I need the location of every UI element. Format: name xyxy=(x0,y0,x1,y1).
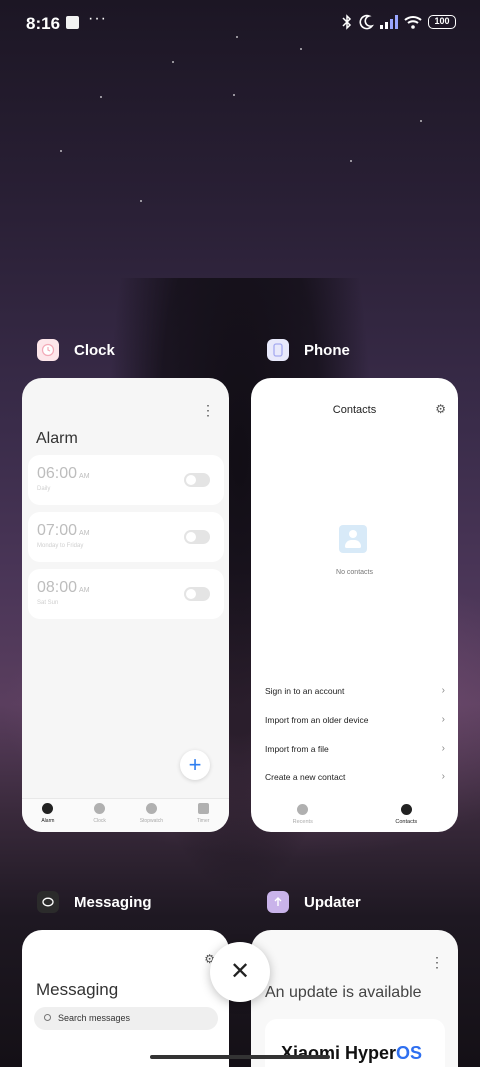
screen-title: Contacts xyxy=(332,404,377,416)
battery-icon: 100 xyxy=(428,15,456,29)
tab-stopwatch: Stopwatch xyxy=(126,799,178,832)
tab-timer: Timer xyxy=(177,799,229,832)
action-sign-in: Sign in to an account › xyxy=(265,685,445,696)
alarm-ampm: AM xyxy=(79,473,90,480)
messaging-app-icon xyxy=(37,891,59,913)
chevron-right-icon: › xyxy=(441,714,445,725)
alarm-row: 08:00 AM Sat Sun xyxy=(28,569,224,619)
person-icon xyxy=(400,804,412,815)
app-label-clock[interactable]: Clock xyxy=(37,339,115,361)
chevron-right-icon: › xyxy=(441,771,445,782)
stopwatch-icon xyxy=(145,803,157,814)
clock-app-icon xyxy=(37,339,59,361)
app-card-messaging[interactable]: ⚙ Messaging Search messages xyxy=(22,930,229,1067)
add-alarm-button: + xyxy=(180,750,210,780)
screen-title: Alarm xyxy=(36,430,78,447)
tab-alarm: Alarm xyxy=(22,799,74,832)
bottom-nav: Alarm Clock Stopwatch Timer xyxy=(22,798,229,832)
alarm-icon xyxy=(42,803,54,814)
screen-title: Messaging xyxy=(36,980,119,999)
moon-icon xyxy=(359,14,374,30)
settings-icon: ⚙ xyxy=(435,402,446,416)
action-import-device: Import from an older device › xyxy=(265,714,445,725)
more-options-icon: ⋮ xyxy=(201,402,215,418)
alarm-repeat: Sat Sun xyxy=(37,600,59,606)
status-icons: 100 xyxy=(342,14,456,30)
phone-app-icon xyxy=(267,339,289,361)
bluetooth-icon xyxy=(342,14,352,30)
search-messages-field: Search messages xyxy=(34,1007,218,1030)
tab-recents: Recents xyxy=(251,798,355,832)
tab-contacts: Contacts xyxy=(355,798,459,832)
more-notifications-icon: ··· xyxy=(88,10,107,27)
alarm-toggle xyxy=(184,473,210,487)
action-create-contact: Create a new contact › xyxy=(265,771,445,782)
signal-icon xyxy=(380,15,398,29)
contact-placeholder-icon xyxy=(339,525,367,553)
app-name: Clock xyxy=(74,341,115,359)
clear-all-button[interactable]: ✕ xyxy=(210,942,270,1002)
app-card-phone[interactable]: Contacts ⚙ No contacts Sign in to an acc… xyxy=(251,378,458,832)
alarm-toggle xyxy=(184,587,210,601)
alarm-time: 06:00 xyxy=(37,465,78,482)
alarm-toggle xyxy=(184,530,210,544)
clock-icon xyxy=(94,803,106,814)
hourglass-icon xyxy=(197,803,209,814)
app-card-updater[interactable]: ⋮ An update is available Xiaomi HyperOS xyxy=(251,930,458,1067)
search-icon xyxy=(44,1014,51,1021)
tab-clock: Clock xyxy=(74,799,126,832)
wifi-icon xyxy=(404,16,422,29)
app-name: Updater xyxy=(304,893,361,911)
alarm-repeat: Monday to Friday xyxy=(37,543,84,549)
app-label-updater[interactable]: Updater xyxy=(267,891,361,913)
app-label-messaging[interactable]: Messaging xyxy=(37,891,152,913)
alarm-time: 07:00 xyxy=(37,522,78,539)
recents-icon xyxy=(297,804,309,815)
action-import-file: Import from a file › xyxy=(265,743,445,754)
hyperos-banner: Xiaomi HyperOS xyxy=(265,1019,445,1067)
alarm-repeat: Daily xyxy=(37,486,51,492)
app-label-phone[interactable]: Phone xyxy=(267,339,350,361)
chevron-right-icon: › xyxy=(441,743,445,754)
alarm-ampm: AM xyxy=(79,530,90,537)
brand-text: Xiaomi HyperOS xyxy=(281,1043,423,1063)
updater-app-icon xyxy=(267,891,289,913)
more-options-icon: ⋮ xyxy=(430,954,444,970)
bottom-nav: Recents Contacts xyxy=(251,798,458,832)
notification-icon xyxy=(66,16,79,29)
screen-title: An update is available xyxy=(265,984,422,1001)
home-indicator[interactable] xyxy=(150,1055,330,1059)
app-card-clock[interactable]: ⋮ Alarm 06:00 AM Daily 07:00 AM Monday to … xyxy=(22,378,229,832)
alarm-row: 07:00 AM Monday to Friday xyxy=(28,512,224,562)
chevron-right-icon: › xyxy=(441,685,445,696)
alarm-time: 08:00 xyxy=(37,579,78,596)
status-bar: 8:16 ··· 100 xyxy=(0,0,480,48)
alarm-row: 06:00 AM Daily xyxy=(28,455,224,505)
empty-state-text: No contacts xyxy=(336,569,373,576)
alarm-ampm: AM xyxy=(79,587,90,594)
app-name: Messaging xyxy=(74,893,152,911)
status-time: 8:16 xyxy=(26,14,61,33)
app-name: Phone xyxy=(304,341,350,359)
